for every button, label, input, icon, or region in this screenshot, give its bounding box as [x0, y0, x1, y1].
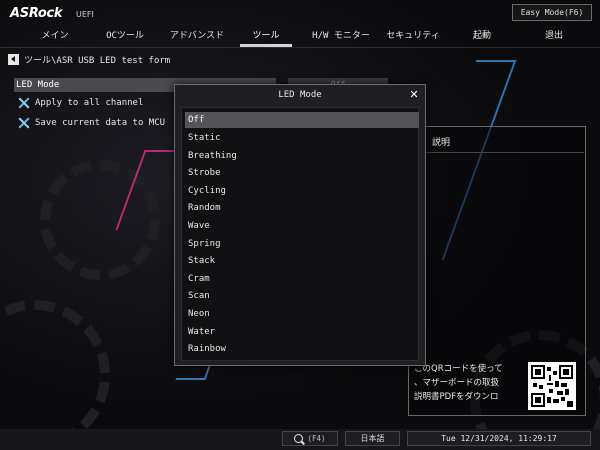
qr-description-line: 説明書PDFをダウンロ — [414, 392, 499, 402]
easy-mode-button[interactable]: Easy Mode(F6) — [512, 4, 592, 21]
led-mode-option-strobe[interactable]: Strobe — [185, 165, 419, 181]
back-arrow-icon[interactable] — [8, 53, 19, 65]
tool-icon — [18, 97, 30, 109]
apply-all-channel-label: Apply to all channel — [35, 98, 144, 108]
led-mode-option-rainbow[interactable]: Rainbow — [185, 341, 419, 357]
led-mode-option-wave[interactable]: Wave — [185, 218, 419, 234]
led-mode-option-off[interactable]: Off — [185, 112, 419, 128]
led-mode-option-static[interactable]: Static — [185, 130, 419, 146]
menu-exit[interactable]: 退出 — [534, 28, 574, 46]
menu-advanced[interactable]: アドバンスド — [164, 28, 230, 46]
gear-decoration-icon — [0, 300, 110, 450]
led-mode-list: Off Static Breathing Strobe Cycling Rand… — [181, 107, 419, 361]
apply-all-channel-option[interactable]: Apply to all channel — [18, 96, 143, 110]
led-mode-option-breathing[interactable]: Breathing — [185, 148, 419, 164]
led-mode-option-stack[interactable]: Stack — [185, 253, 419, 269]
breadcrumb: ツール\ASR USB LED test form — [8, 53, 171, 66]
led-mode-option-spring[interactable]: Spring — [185, 236, 419, 252]
menu-oc-tweaker[interactable]: OCツール — [94, 28, 156, 46]
led-mode-option-random[interactable]: Random — [185, 200, 419, 216]
description-divider — [424, 152, 584, 153]
led-mode-dialog: LED Mode ✕ Off Static Breathing Strobe C… — [174, 84, 426, 366]
main-menu: メイン OCツール アドバンスド ツール H/W モニター セキュリティ 起動 … — [0, 28, 600, 46]
breadcrumb-path: ツール\ASR USB LED test form — [24, 55, 171, 66]
description-title: 説明 — [432, 138, 451, 148]
menu-hw-monitor[interactable]: H/W モニター — [306, 28, 376, 46]
led-mode-option-neon[interactable]: Neon — [185, 306, 419, 322]
date-time-display: Tue 12/31/2024, 11:29:17 — [407, 431, 591, 446]
search-icon — [294, 434, 304, 443]
qr-code-icon — [528, 362, 576, 410]
menu-main[interactable]: メイン — [30, 28, 80, 46]
uefi-label: UEFI — [76, 10, 94, 19]
led-mode-option-cram[interactable]: Cram — [185, 271, 419, 287]
qr-description-line: 、マザーボードの取扱 — [414, 378, 500, 388]
led-mode-option-water[interactable]: Water — [185, 324, 419, 340]
dialog-title: LED Mode — [278, 90, 322, 100]
qr-description-line: このQRコードを使って — [414, 364, 503, 374]
close-icon[interactable]: ✕ — [408, 89, 420, 101]
save-to-mcu-option[interactable]: Save current data to MCU — [18, 116, 165, 130]
menu-security[interactable]: セキュリティ — [382, 28, 444, 46]
menu-divider — [0, 47, 600, 48]
tool-icon — [18, 117, 30, 129]
search-button[interactable]: (F4) — [282, 431, 338, 446]
search-shortcut: (F4) — [307, 434, 326, 443]
dialog-header: LED Mode ✕ — [175, 85, 425, 107]
led-mode-option-cycling[interactable]: Cycling — [185, 183, 419, 199]
menu-boot[interactable]: 起動 — [462, 28, 502, 46]
led-mode-option-scan[interactable]: Scan — [185, 288, 419, 304]
brand-logo: ASRock — [10, 6, 63, 21]
save-to-mcu-label: Save current data to MCU — [35, 118, 166, 128]
language-button[interactable]: 日本語 — [345, 431, 400, 446]
top-bar: ASRock UEFI Easy Mode(F6) — [0, 0, 600, 26]
